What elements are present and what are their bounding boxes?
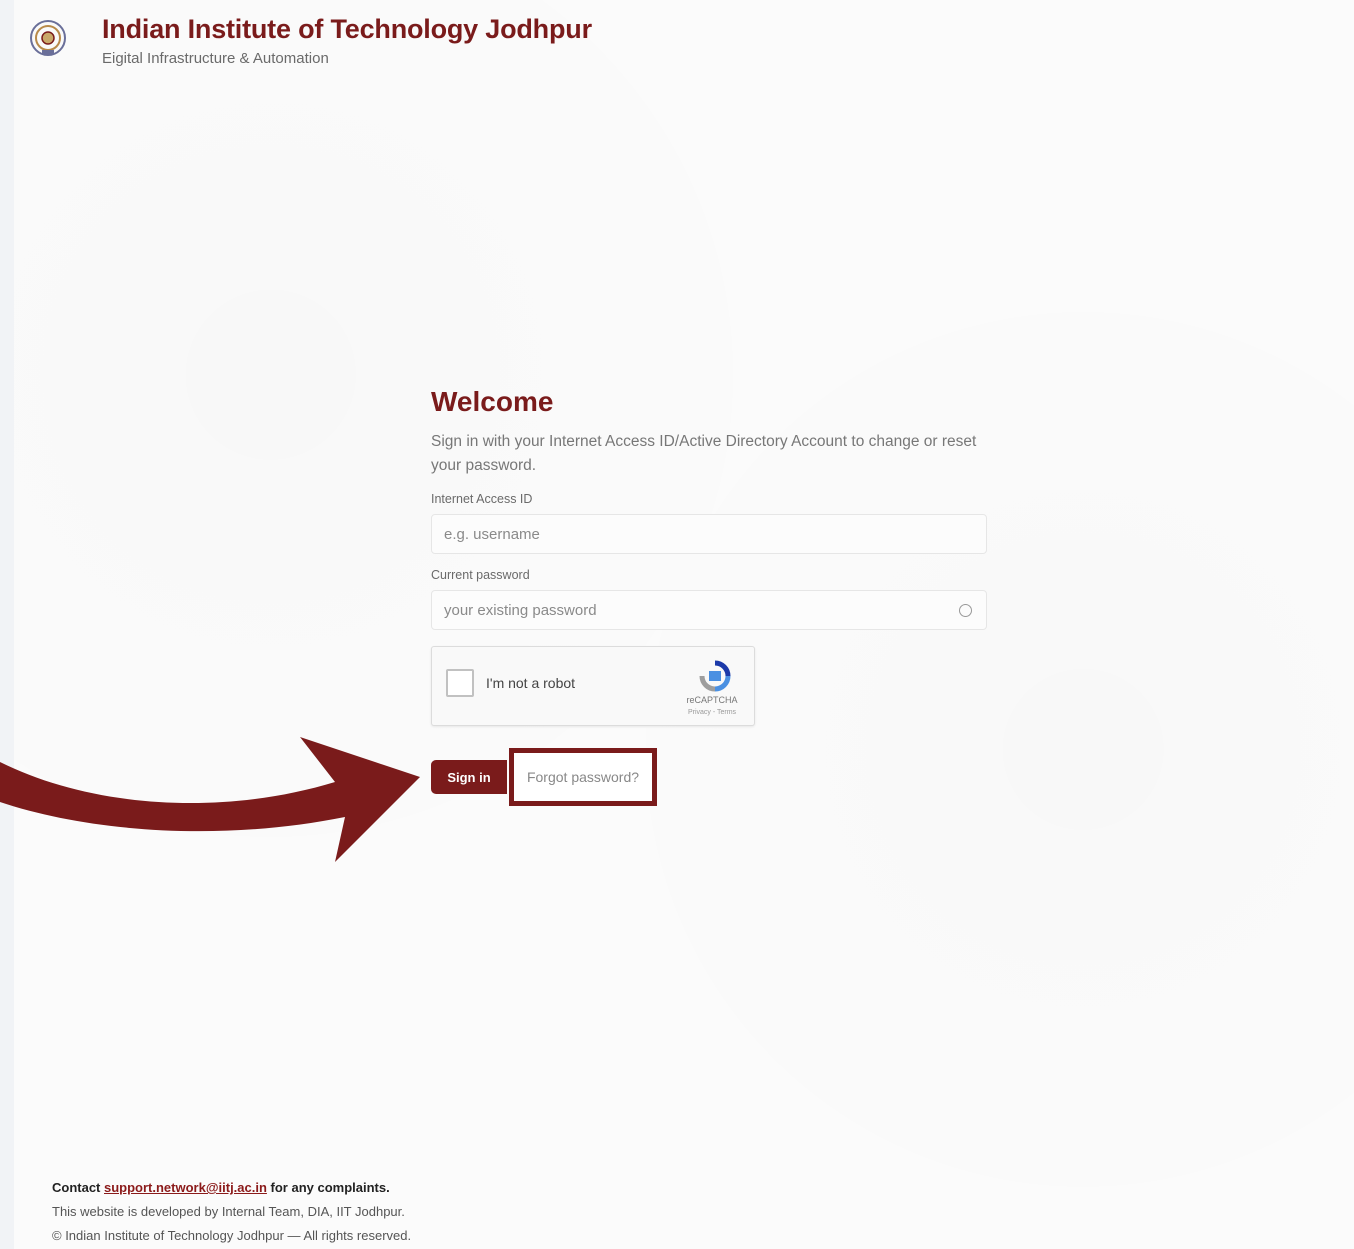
recaptcha-widget: I'm not a robot reCAPTCHA Privacy - Term… [431,646,755,726]
page-subtitle: Eigital Infrastructure & Automation [102,50,329,67]
pointer-arrow-icon [0,737,420,862]
iit-jodhpur-emblem-icon [30,20,66,56]
left-strip [0,0,14,1249]
recaptcha-checkbox[interactable] [446,669,474,697]
recaptcha-links[interactable]: Privacy - Terms [682,709,742,716]
recaptcha-label: I'm not a robot [486,675,576,691]
footer-developed-by: This website is developed by Internal Te… [52,1204,405,1219]
footer: Contact support.network@iitj.ac.in for a… [52,1176,411,1248]
password-label: Current password [431,568,530,582]
footer-contact: Contact support.network@iitj.ac.in for a… [52,1176,411,1200]
form-actions: Sign in Forgot password? [431,748,991,806]
recaptcha-brand: reCAPTCHA [686,695,738,705]
welcome-heading: Welcome [431,386,554,417]
username-placeholder: e.g. username [444,525,540,543]
password-placeholder: your existing password [444,601,597,619]
page-title: Indian Institute of Technology Jodhpur [102,14,592,44]
password-input[interactable]: your existing password [431,590,987,630]
intro-text: Sign in with your Internet Access ID/Act… [431,433,977,474]
login-form: Welcome Sign in with your Internet Acces… [431,384,991,806]
signin-button[interactable]: Sign in [431,760,507,794]
username-input[interactable]: e.g. username [431,514,987,554]
brand: Indian Institute of Technology Jodhpur E… [102,14,592,67]
footer-copyright: © Indian Institute of Technology Jodhpur… [52,1228,412,1243]
header: Indian Institute of Technology Jodhpur E… [28,14,592,67]
footer-contact-suffix: for any complaints. [266,1180,390,1195]
support-email-link[interactable]: support.network@iitj.ac.in [104,1180,267,1195]
username-label: Internet Access ID [431,492,533,506]
footer-contact-prefix: Contact [52,1180,104,1195]
page: Indian Institute of Technology Jodhpur E… [0,0,1354,1249]
recaptcha-logo-icon [699,660,731,692]
eye-icon[interactable] [959,604,972,617]
forgot-password-link[interactable]: Forgot password? [509,748,657,806]
